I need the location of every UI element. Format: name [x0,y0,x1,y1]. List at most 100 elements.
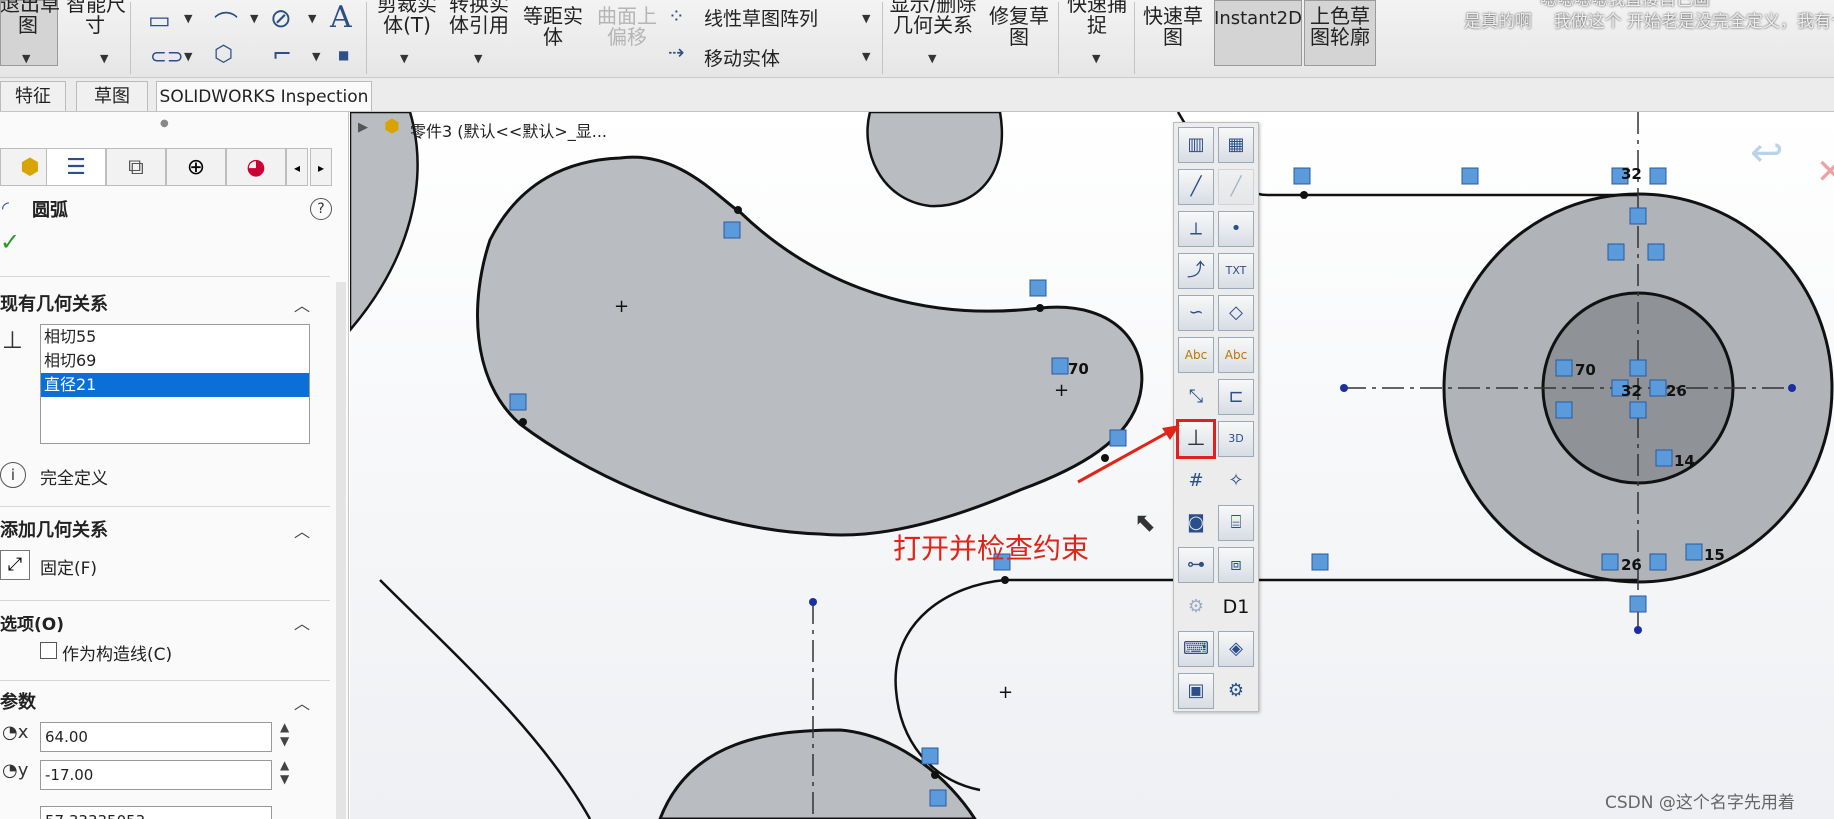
collapse-icon[interactable]: ︿ [294,690,310,714]
dimension-label[interactable]: 70 [1575,361,1596,379]
center-x-field[interactable]: 64.00 [40,722,272,752]
slot-icon[interactable]: ⊂⊃ [150,44,184,68]
chevron-down-icon[interactable]: ▼ [184,12,192,25]
point-icon[interactable]: ■ [338,48,349,62]
linear-sketch-pattern-button[interactable]: 线性草图阵列 [704,4,818,31]
chevron-down-icon[interactable]: ▼ [22,52,30,65]
chevron-down-icon[interactable]: ▼ [474,52,482,65]
toolbar-button[interactable]: Abc [1178,337,1214,373]
toolbar-button-disabled[interactable]: ⚙ [1178,589,1214,625]
toolbar-button[interactable]: ▦ [1218,127,1254,163]
toolbar-button[interactable]: ✧ [1218,463,1254,499]
smart-dimension-button[interactable]: 智能尺 寸 [66,0,126,36]
dimension-label[interactable]: 26 [1666,382,1687,400]
fix-relation-button[interactable]: 固定(F) [40,554,97,579]
toolbar-button[interactable]: 3D [1218,421,1254,457]
chevron-down-icon[interactable]: ▼ [862,12,870,25]
move-entities-button[interactable]: 移动实体 [704,44,780,71]
tab-sketch[interactable]: 草图 [76,81,148,111]
construction-checkbox[interactable] [40,642,57,659]
toolbar-button[interactable]: • [1218,211,1254,247]
toolbar-button[interactable]: ▣ [1178,673,1214,709]
tab-configuration-manager[interactable]: ⧉ [106,148,166,186]
confirmation-corner-icon[interactable]: ↩ [1750,130,1784,176]
ellipse-icon[interactable]: ⊘ [270,4,292,34]
convert-entities-button[interactable]: 转换实 体引用 [446,0,512,36]
display-delete-relations-button[interactable]: 显示/删除 几何关系 [888,0,978,36]
rectangle-icon[interactable]: ▭ [148,6,171,34]
toolbar-button[interactable]: D1 [1218,589,1254,625]
offset-entities-button[interactable]: 等距实 体 [520,6,586,48]
dimension-label[interactable]: 32 [1621,382,1642,400]
chevron-down-icon[interactable]: ▼ [400,52,408,65]
toolbar-button[interactable]: ⤴ [1178,253,1214,289]
toolbar-button[interactable]: ⟂ [1178,211,1214,247]
move-icon[interactable]: ⇢ [668,40,685,64]
toolbar-button[interactable]: ◇ [1218,295,1254,331]
toolbar-button[interactable]: ⌸ [1218,505,1254,541]
add-relations-header[interactable]: 添加几何关系 [0,516,108,542]
chevron-down-icon[interactable]: ▼ [862,50,870,63]
toolbar-button[interactable]: ◙ [1178,505,1214,541]
chevron-down-icon[interactable]: ▼ [100,52,108,65]
collapse-icon[interactable]: ︿ [294,518,310,542]
fillet-icon[interactable]: ⌐ [272,40,292,68]
toolbar-button[interactable]: ⤡ [1178,379,1214,415]
toolbar-button[interactable]: ∽ [1178,295,1214,331]
spinner-icon[interactable]: ▲ ▼ [280,758,289,786]
center-y-field[interactable]: -17.00 [40,760,272,790]
dimension-label[interactable]: 32 [1621,165,1642,183]
instant2d-button[interactable]: Instant2D [1214,8,1302,29]
spinner-icon[interactable]: ▲ ▼ [280,720,289,748]
chevron-down-icon[interactable]: ▼ [312,50,320,63]
toolbar-button[interactable]: ⧈ [1218,547,1254,583]
repair-sketch-button[interactable]: 修复草 图 [986,6,1052,48]
list-item[interactable]: 相切69 [41,349,309,373]
toolbar-button[interactable]: TXT [1218,253,1254,289]
toolbar-button[interactable]: ⊶ [1178,547,1214,583]
toolbar-button-disabled[interactable]: ╱ [1218,169,1254,205]
cancel-icon[interactable]: ✕ [1816,152,1834,192]
dimension-label[interactable]: 26 [1621,556,1642,574]
toolbar-button[interactable]: ◈ [1218,631,1254,667]
tab-dimxpert[interactable]: ⊕ [166,148,226,186]
scroll-left-button[interactable]: ◂ [286,148,308,186]
splitter-handle[interactable]: ● [160,118,169,129]
list-item[interactable]: 相切55 [41,325,309,349]
chevron-down-icon[interactable]: ▼ [928,52,936,65]
collapse-icon[interactable]: ︿ [294,292,310,316]
offset-on-surface-button[interactable]: 曲面上 偏移 [594,6,660,48]
ok-checkmark-button[interactable]: ✓ [0,228,20,256]
toolbar-button[interactable]: ╱ [1178,169,1214,205]
toolbar-button[interactable]: ⌨ [1178,631,1214,667]
chevron-down-icon[interactable]: ▼ [1092,52,1100,65]
list-item-selected[interactable]: 直径21 [41,373,309,397]
toolbar-button[interactable]: ⚙ [1218,673,1254,709]
scroll-right-button[interactable]: ▸ [310,148,332,186]
tab-display-manager[interactable]: ◕ [226,148,286,186]
chevron-down-icon[interactable]: ▼ [250,12,258,25]
linear-pattern-icon[interactable]: ⁘ [668,4,685,28]
exit-sketch-button[interactable]: 退出草 图 [0,0,60,36]
tab-features[interactable]: 特征 [0,81,66,111]
tab-property-manager[interactable]: ☰ [46,148,106,186]
shaded-sketch-contours-button[interactable]: 上色草 图轮廓 [1304,6,1376,48]
rapid-sketch-button[interactable]: 快速草 图 [1140,6,1206,48]
options-header[interactable]: 选项(O) [0,610,64,635]
toolbar-button[interactable]: ▥ [1178,127,1214,163]
chevron-down-icon[interactable]: ▼ [308,12,316,25]
dimension-label[interactable]: 14 [1674,452,1695,470]
text-icon[interactable]: A [330,0,352,35]
expand-tree-icon[interactable]: ▶ [358,120,368,135]
tab-solidworks-inspection[interactable]: SOLIDWORKS Inspection [156,81,372,111]
chevron-down-icon[interactable]: ▼ [184,50,192,63]
collapse-icon[interactable]: ︿ [294,610,310,634]
dimension-label[interactable]: 70 [1068,360,1089,378]
relations-list[interactable]: 相切55 相切69 直径21 [40,324,310,444]
panel-scrollbar[interactable] [336,282,346,819]
parameters-header[interactable]: 参数 [0,688,36,714]
dimension-label[interactable]: 15 [1704,546,1725,564]
fix-relation-icon[interactable]: ⤢ [0,550,30,580]
toolbar-button[interactable]: ⊏ [1218,379,1254,415]
trim-entities-button[interactable]: 剪裁实 体(T) [374,0,440,36]
